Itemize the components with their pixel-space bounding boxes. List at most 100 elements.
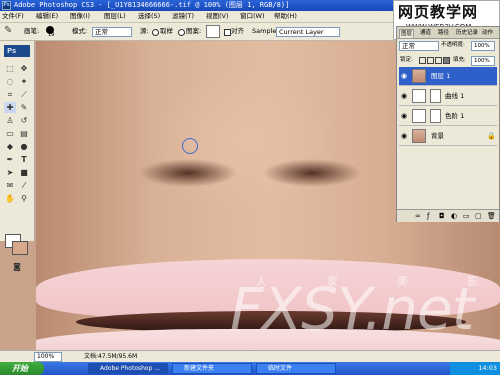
visibility-eye-icon[interactable]: ◉ <box>401 72 409 80</box>
layer-thumbnail <box>412 69 426 83</box>
tab-actions[interactable]: 动作 <box>481 29 494 37</box>
mode-select[interactable]: 正常 <box>92 27 132 37</box>
layer-row-curves1[interactable]: ◉ 曲线 1 <box>399 87 497 106</box>
tab-channels[interactable]: 通道 <box>419 29 432 37</box>
type-tool-icon[interactable]: T <box>18 154 30 165</box>
lock-transparency-icon[interactable] <box>419 57 426 64</box>
task-temp-files[interactable]: 临时文件 <box>256 363 336 374</box>
pattern-picker[interactable] <box>206 25 220 38</box>
source-pattern-label: 图案: <box>186 27 202 35</box>
menu-filter[interactable]: 滤镜(T) <box>172 12 194 21</box>
menu-window[interactable]: 窗口(W) <box>240 12 265 21</box>
layer-mask-thumbnail <box>430 89 441 103</box>
brush-size: 19 <box>48 32 55 38</box>
shape-tool-icon[interactable]: ■ <box>18 167 30 178</box>
layers-panel: 图层 通道 路径 历史记录 动作 正常 不透明度: 100% 锁定: 填充: 1… <box>396 26 500 222</box>
tab-paths[interactable]: 路径 <box>437 29 450 37</box>
lock-position-icon[interactable] <box>435 57 442 64</box>
menu-file[interactable]: 文件(F) <box>2 12 24 21</box>
menu-view[interactable]: 视图(V) <box>206 12 229 21</box>
aligned-checkbox[interactable] <box>224 29 231 36</box>
delete-layer-icon[interactable]: 🗑 <box>487 212 496 220</box>
brush-tool-icon[interactable]: ✎ <box>18 102 30 113</box>
levels-adjustment-icon <box>412 109 426 123</box>
fill-field[interactable]: 100% <box>471 56 495 66</box>
add-mask-icon[interactable]: ◘ <box>439 212 445 220</box>
magic-wand-tool-icon[interactable]: ✦ <box>18 76 30 87</box>
menu-layer[interactable]: 图层(L) <box>104 12 126 21</box>
source-sample-radio[interactable] <box>152 29 159 36</box>
quick-mask-icon[interactable]: ◙ <box>10 261 24 272</box>
visibility-eye-icon[interactable]: ◉ <box>401 92 409 100</box>
aligned-label: 对齐 <box>231 27 244 35</box>
layer-row-background[interactable]: ◉ 背景 🔒 <box>399 127 497 146</box>
new-group-icon[interactable]: ▭ <box>463 212 470 220</box>
path-selection-tool-icon[interactable]: ➤ <box>4 167 16 178</box>
clone-stamp-tool-icon[interactable]: ✎ <box>4 25 12 37</box>
lock-label: 锁定: <box>400 57 413 63</box>
adjustment-layer-icon[interactable]: ◐ <box>451 212 457 220</box>
menu-help[interactable]: 帮助(H) <box>274 12 297 21</box>
lock-pixels-icon[interactable] <box>427 57 434 64</box>
dodge-tool-icon[interactable]: ● <box>18 141 30 152</box>
sample-select[interactable]: Current Layer <box>276 27 340 37</box>
layer-row-layer1[interactable]: ◉ 图层 1 <box>399 67 497 86</box>
hand-tool-icon[interactable]: ✋ <box>4 193 16 204</box>
crop-tool-icon[interactable]: ⌗ <box>4 89 16 100</box>
clone-stamp-icon[interactable]: ♙ <box>4 115 16 126</box>
opacity-field[interactable]: 100% <box>471 41 495 51</box>
photoshop-app-icon: Ps <box>2 1 11 10</box>
blur-tool-icon[interactable]: ◆ <box>4 141 16 152</box>
tab-history[interactable]: 历史记录 <box>455 29 479 37</box>
move-tool-icon[interactable]: ✥ <box>18 63 30 74</box>
background-color-swatch[interactable] <box>12 241 28 255</box>
layer-name: 背景 <box>431 132 444 140</box>
layers-panel-tabs: 图层 通道 路径 历史记录 动作 <box>397 27 499 39</box>
visibility-eye-icon[interactable]: ◉ <box>401 132 409 140</box>
layer-name: 色阶 1 <box>445 112 465 120</box>
gradient-tool-icon[interactable]: ▤ <box>18 128 30 139</box>
curves-adjustment-icon <box>412 89 426 103</box>
toolbox-logo: Ps <box>4 45 30 57</box>
healing-brush-tool-icon[interactable]: ✚ <box>4 102 16 113</box>
slice-tool-icon[interactable]: ⟋ <box>18 89 30 100</box>
window-title: Adobe Photoshop CS3 - [_U1Y8134666666-.t… <box>14 1 290 9</box>
site-watermark-title: 网页教学网 <box>398 3 479 21</box>
document-size: 文档:47.5M/95.6M <box>84 353 138 360</box>
opacity-label: 不透明度: <box>441 42 465 48</box>
blend-mode-select[interactable]: 正常 <box>399 41 439 51</box>
pen-tool-icon[interactable]: ✒ <box>4 154 16 165</box>
task-new-folder[interactable]: 新建文件夹 <box>172 363 252 374</box>
brush-cursor-icon <box>182 138 198 154</box>
task-photoshop[interactable]: Adobe Photoshop ... <box>88 363 168 374</box>
tab-layers[interactable]: 图层 <box>399 29 415 38</box>
layer-style-icon[interactable]: ƒ <box>427 212 429 220</box>
layer-thumbnail <box>412 129 426 143</box>
layers-panel-footer: ∞ ƒ ◘ ◐ ▭ ▢ 🗑 <box>397 209 499 222</box>
new-layer-icon[interactable]: ▢ <box>475 212 482 220</box>
layer-row-levels1[interactable]: ◉ 色阶 1 <box>399 107 497 126</box>
lock-icon: 🔒 <box>487 132 496 140</box>
zoom-tool-icon[interactable]: ⚲ <box>18 193 30 204</box>
menu-edit[interactable]: 编辑(E) <box>36 12 58 21</box>
marquee-tool-icon[interactable]: ⬚ <box>4 63 16 74</box>
eyedropper-tool-icon[interactable]: ⁄ <box>18 180 30 191</box>
fill-label: 填充: <box>453 57 466 63</box>
link-layers-icon[interactable]: ∞ <box>415 212 421 220</box>
windows-taskbar: 开始 Adobe Photoshop ... 新建文件夹 临时文件 14:03 <box>0 362 500 375</box>
brush-label: 画笔: <box>24 27 40 35</box>
menu-image[interactable]: 图像(I) <box>70 12 90 21</box>
canvas-watermark: FXSY.net <box>230 275 474 343</box>
notes-tool-icon[interactable]: ✉ <box>4 180 16 191</box>
menu-select[interactable]: 选择(S) <box>138 12 160 21</box>
visibility-eye-icon[interactable]: ◉ <box>401 112 409 120</box>
source-sample-label: 取样 <box>160 27 173 35</box>
source-pattern-radio[interactable] <box>178 29 185 36</box>
zoom-level[interactable]: 100% <box>34 352 62 362</box>
start-button[interactable]: 开始 <box>0 362 44 375</box>
lasso-tool-icon[interactable]: ◌ <box>4 76 16 87</box>
layer-mask-thumbnail <box>430 109 441 123</box>
lock-all-icon[interactable] <box>443 57 450 64</box>
eraser-tool-icon[interactable]: ▭ <box>4 128 16 139</box>
history-brush-icon[interactable]: ↺ <box>18 115 30 126</box>
